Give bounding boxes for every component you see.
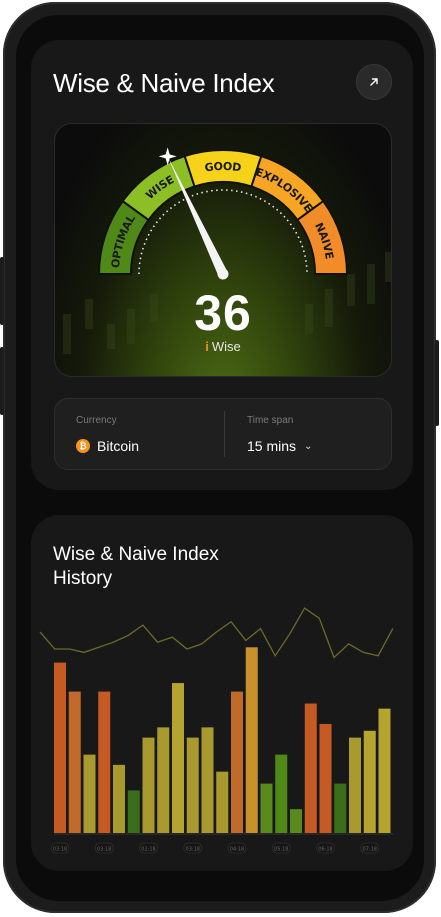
timespan-value: 15 mins: [247, 438, 297, 454]
history-bar: [363, 730, 376, 833]
history-bar: [157, 727, 170, 833]
index-line: [39, 607, 394, 659]
history-bar: [142, 737, 155, 833]
bitcoin-icon: ₿: [76, 439, 90, 453]
history-bar: [349, 737, 361, 833]
gauge-needle-hub: [217, 268, 229, 280]
screen: Wise & Naive Index OPTIMAL WISE GOOD EXPLOS…: [16, 15, 424, 901]
index-value: 36: [194, 285, 252, 341]
power-button: [435, 340, 439, 426]
page-title: Wise & Naive Index: [53, 68, 275, 98]
history-bar: [290, 809, 302, 833]
history-bar: [83, 754, 96, 833]
history-bar: [378, 708, 391, 833]
x-tick-label: 02:18: [141, 847, 155, 853]
history-bar: [260, 783, 273, 833]
volume-up-button: [0, 257, 4, 325]
currency-caption: Currency: [76, 415, 117, 426]
arrow-up-right-icon: [370, 78, 378, 86]
selector-panel: Currency ₿ Bitcoin Time span 15 mins ⌄: [54, 398, 392, 470]
x-tick-label: 03:18: [53, 847, 67, 853]
history-bar: [172, 683, 184, 833]
x-tick-label: 05:18: [274, 847, 288, 853]
volume-down-button: [0, 347, 4, 415]
selector-divider: [224, 411, 225, 457]
history-chart: 03:18 03:18 02:18 03:18 04:18 05:18 06:18 07:18: [39, 607, 394, 854]
x-tick-label: 06:18: [318, 847, 332, 853]
x-tick-label: 03:18: [186, 847, 200, 853]
x-tick-label: 04:18: [230, 847, 244, 853]
x-tick-label: 03:18: [97, 847, 111, 853]
x-tick-label: 07:18: [363, 847, 377, 853]
index-card: Wise & Naive Index OPTIMAL WISE GOOD EXPLOS…: [31, 40, 413, 490]
currency-select[interactable]: ₿ Bitcoin: [76, 438, 139, 454]
currency-value: Bitcoin: [97, 438, 140, 454]
history-bar: [334, 783, 347, 833]
timespan-select[interactable]: 15 mins ⌄: [247, 438, 312, 454]
history-bar: [231, 691, 243, 833]
history-bar: [98, 691, 111, 833]
info-mark-icon: i: [205, 339, 209, 354]
history-bar: [201, 727, 214, 833]
history-bar: [54, 662, 66, 833]
history-bar: [245, 647, 258, 833]
history-bar: [68, 691, 81, 833]
timespan-caption: Time span: [247, 415, 294, 426]
history-bar: [113, 764, 125, 833]
history-bar: [319, 723, 332, 833]
gauge-panel: OPTIMAL WISE GOOD EXPLOSIVE NAIVE 36 i Wise: [54, 123, 392, 377]
history-bar: [127, 790, 140, 833]
index-status-label: Wise: [211, 339, 241, 354]
history-bar: [216, 771, 229, 833]
index-status: i Wise: [55, 339, 391, 354]
history-bar: [275, 754, 288, 833]
history-bar: [186, 737, 199, 833]
history-bar: [304, 703, 317, 833]
chevron-down-icon: ⌄: [304, 440, 313, 452]
phone-frame: Wise & Naive Index OPTIMAL WISE GOOD EXPLOS…: [0, 2, 439, 913]
history-card: Wise & Naive Index History 03:18 03:18 02:…: [31, 515, 413, 871]
open-external-button[interactable]: [356, 64, 392, 100]
